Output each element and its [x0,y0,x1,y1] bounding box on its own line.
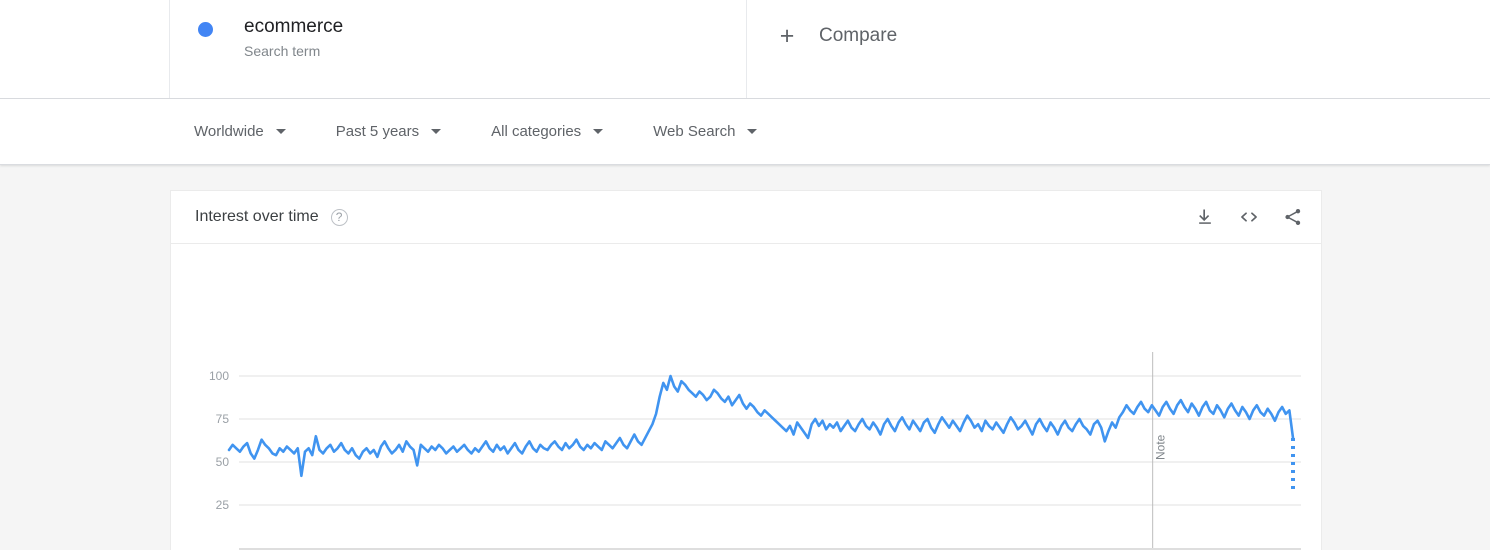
filter-time-range-label: Past 5 years [335,122,420,140]
interest-over-time-card: Interest over time ? 25 50 75 100 Note [170,190,1322,550]
plus-icon: + [779,22,795,50]
help-icon[interactable]: ? [330,208,348,226]
chart-area[interactable]: 255075100Oct 15, 20…Apr 14, 2019Oct 11, … [171,244,1321,550]
chevron-down-icon [747,129,758,134]
series-color-dot [198,22,213,37]
card-header: Interest over time ? [171,191,1321,244]
filter-location[interactable]: Worldwide [194,122,286,142]
filter-category[interactable]: All categories [491,122,604,142]
y-axis-tick-label: 25 [216,498,230,512]
search-term-bar: ecommerce Search term + Compare [0,0,1490,99]
filter-bar: Worldwide Past 5 years All categories We… [0,99,1490,165]
chevron-down-icon [593,129,604,134]
chevron-down-icon [431,129,442,134]
search-term-name: ecommerce [244,16,344,37]
filter-search-type-label: Web Search [653,122,736,140]
term-bar-left-gutter [0,0,170,98]
filter-time-range[interactable]: Past 5 years [335,122,442,142]
filter-location-label: Worldwide [194,122,264,140]
search-term-type: Search term [244,43,321,59]
y-axis-tick-label: 100 [209,369,229,383]
y-axis-tick-label: 50 [216,455,230,469]
y-axis-tick-label: 75 [216,412,230,426]
trend-line[interactable] [227,374,1295,478]
card-actions [1195,207,1303,227]
filter-category-label: All categories [491,122,582,140]
download-icon[interactable] [1195,207,1215,227]
share-icon[interactable] [1283,207,1303,227]
search-term-card[interactable]: ecommerce Search term [170,0,747,98]
card-title: Interest over time [195,208,319,225]
chevron-down-icon [275,129,286,134]
compare-button[interactable]: + Compare [747,0,1325,98]
filter-search-type[interactable]: Web Search [653,122,758,142]
term-bar-right-gutter [1325,0,1490,98]
embed-code-icon[interactable] [1239,207,1259,227]
interest-over-time-chart[interactable]: 255075100Oct 15, 20…Apr 14, 2019Oct 11, … [171,244,1321,550]
compare-label: Compare [819,25,898,46]
note-annotation-label[interactable]: Note [1154,434,1168,460]
